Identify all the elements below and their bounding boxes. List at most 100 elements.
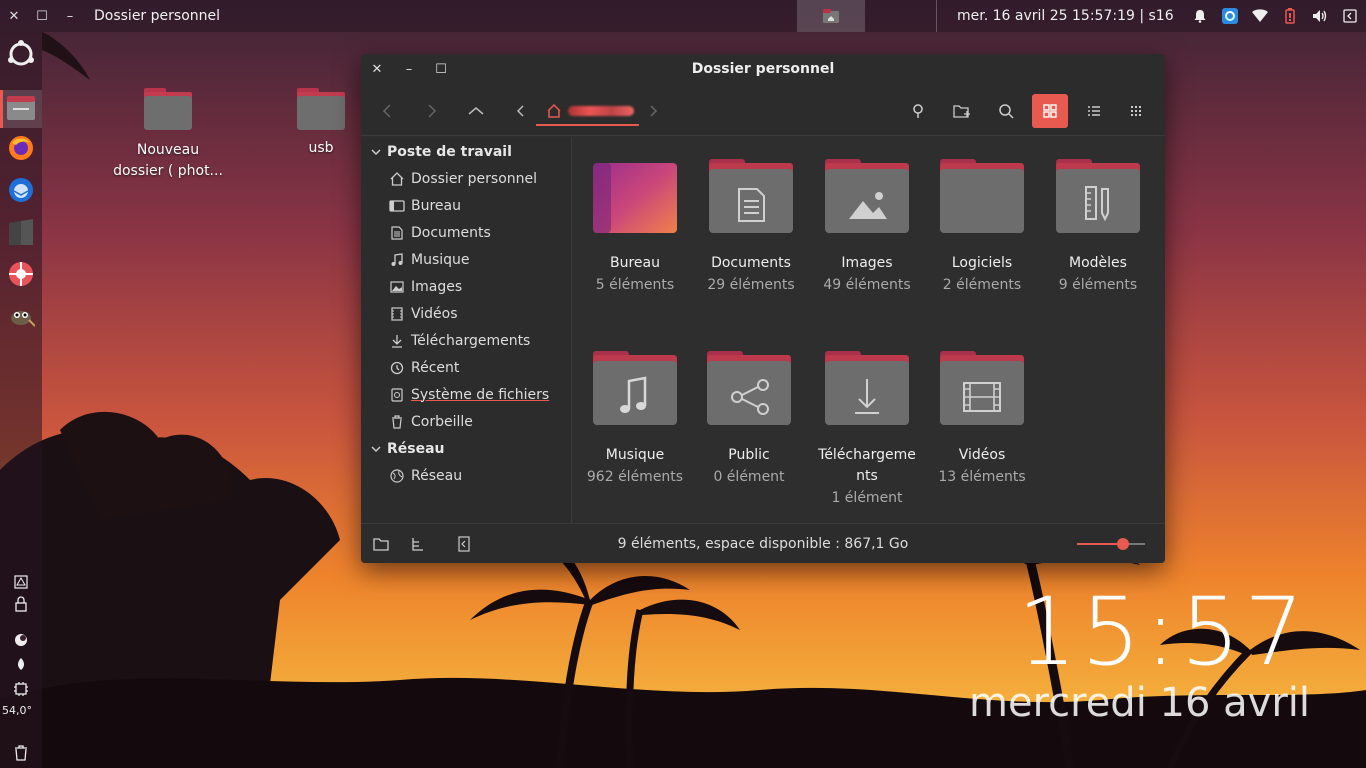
window-minimize-button[interactable]: – [393, 62, 425, 77]
folder-tile-musique[interactable]: Musique 962 éléments [581, 351, 689, 488]
thunderbird-icon[interactable] [5, 174, 37, 206]
grid-view-icon [1043, 104, 1057, 118]
files-app-icon[interactable] [5, 92, 37, 124]
image-icon [389, 279, 405, 295]
breadcrumb-scroll-right-button[interactable] [637, 94, 671, 128]
zoom-slider[interactable] [1077, 538, 1145, 550]
sidebar-section-poste-de-travail[interactable]: Poste de travail [361, 138, 571, 165]
folder-count: 2 éléments [942, 277, 1022, 293]
maximize-window-button[interactable]: ☐ [28, 9, 56, 24]
chevron-down-icon [371, 148, 381, 155]
trash-dock-icon[interactable] [5, 742, 37, 764]
location-button[interactable] [901, 94, 935, 128]
lock-screen-icon[interactable] [5, 594, 37, 614]
sidebar-item-label: Corbeille [411, 413, 473, 430]
ubuntu-menu-icon[interactable] [5, 38, 37, 70]
folder-tile-modeles[interactable]: Modèles 9 éléments [1044, 159, 1152, 296]
applet-icon[interactable] [5, 630, 37, 650]
list-view-button[interactable] [1077, 94, 1111, 128]
office-app-icon[interactable] [5, 216, 37, 248]
folder-icon [144, 88, 192, 130]
folder-name: Images [841, 255, 893, 271]
close-window-button[interactable]: ✕ [0, 9, 28, 24]
folder-tile-documents[interactable]: Documents 29 éléments [697, 159, 805, 296]
icon-view-button[interactable] [1032, 94, 1068, 128]
places-sidebar-button[interactable] [372, 535, 390, 553]
folder-add-icon [953, 105, 970, 118]
firefox-icon[interactable] [5, 132, 37, 164]
map-pin-icon [913, 104, 923, 118]
new-folder-button[interactable] [945, 94, 979, 128]
redacted-username [568, 106, 634, 116]
breadcrumb-scroll-left-button[interactable] [503, 94, 537, 128]
folder-count: 13 éléments [938, 469, 1026, 485]
desktop-folder-usb[interactable]: usb [266, 88, 376, 156]
window-title: Dossier personnel [691, 61, 835, 77]
theme-toggle-icon[interactable] [5, 654, 37, 674]
sidebar-item-corbeille[interactable]: Corbeille [361, 408, 571, 435]
zoom-slider-handle[interactable] [1117, 538, 1129, 550]
sidebar-item-musique[interactable]: Musique [361, 246, 571, 273]
tree-sidebar-button[interactable] [409, 535, 427, 553]
software-center-icon[interactable] [5, 258, 37, 290]
breadcrumb-home[interactable] [536, 98, 639, 126]
sidebar-item-telechargements[interactable]: Téléchargements [361, 327, 571, 354]
cpu-temperature-icon[interactable] [5, 678, 37, 700]
volume-icon[interactable] [1312, 8, 1328, 24]
search-button[interactable] [989, 94, 1023, 128]
folder-tile-videos[interactable]: Vidéos 13 éléments [928, 351, 1036, 488]
parent-folder-button[interactable] [459, 94, 493, 128]
folder-count: 962 éléments [586, 469, 684, 485]
cpu-temperature-label: 54,0° [2, 704, 32, 717]
window-titlebar[interactable]: ✕ – ☐ Dossier personnel [361, 54, 1165, 84]
sidebar-item-bureau[interactable]: Bureau [361, 192, 571, 219]
sidebar-item-documents[interactable]: Documents [361, 219, 571, 246]
taskbar-file-manager-button[interactable] [797, 0, 865, 32]
folder-tile-logiciels[interactable]: Logiciels 2 éléments [928, 159, 1036, 296]
sidebar-item-label: Réseau [411, 467, 463, 484]
show-desktop-icon[interactable] [1342, 8, 1358, 24]
sidebar-section-label: Poste de travail [387, 143, 512, 160]
window-close-button[interactable]: ✕ [361, 62, 393, 77]
desktop-icon-label: Nouveau dossier ( phot... [113, 142, 223, 179]
sidebar-item-reseau[interactable]: Réseau [361, 462, 571, 489]
sidebar-item-label: Vidéos [411, 305, 458, 322]
sync-app-icon[interactable] [1222, 8, 1238, 24]
window-maximize-button[interactable]: ☐ [425, 62, 457, 77]
sidebar-item-videos[interactable]: Vidéos [361, 300, 571, 327]
wifi-icon[interactable] [1252, 8, 1268, 24]
sidebar-item-recent[interactable]: Récent [361, 354, 571, 381]
compact-view-button[interactable] [1120, 94, 1154, 128]
folder-tile-public[interactable]: Public 0 élément [695, 351, 803, 488]
folder-home-icon [823, 9, 839, 23]
folder-name: Logiciels [951, 255, 1013, 271]
forward-button[interactable] [415, 94, 449, 128]
sidebar-item-label: Musique [411, 251, 470, 268]
status-bar: 9 éléments, espace disponible : 867,1 Go [361, 523, 1165, 563]
folder-tile-images[interactable]: Images 49 éléments [813, 159, 921, 296]
back-button[interactable] [370, 94, 404, 128]
toggle-sidebar-button[interactable] [455, 535, 473, 553]
sidebar-item-label: Bureau [411, 197, 461, 214]
desktop-clock-time: 15:57 [1017, 578, 1308, 687]
documents-folder-icon [709, 159, 793, 233]
sidebar-item-systeme-de-fichiers[interactable]: Système de fichiers [361, 381, 571, 408]
recent-icon [389, 360, 405, 376]
desktop-folder-nouveau-dossier[interactable]: Nouveau dossier ( phot... [113, 88, 223, 182]
sidebar-item-images[interactable]: Images [361, 273, 571, 300]
weather-app-icon[interactable] [5, 572, 37, 592]
sidebar-section-reseau[interactable]: Réseau [361, 435, 571, 462]
minimize-window-button[interactable]: – [56, 9, 84, 24]
gimp-icon[interactable] [5, 300, 37, 332]
battery-icon[interactable] [1282, 8, 1298, 24]
chevron-left-icon [516, 105, 524, 117]
folder-tile-telechargements[interactable]: Téléchargeme nts 1 élément [813, 351, 921, 509]
folder-icon [940, 159, 1024, 233]
notification-bell-icon[interactable] [1192, 8, 1208, 24]
folder-tile-bureau[interactable]: Bureau 5 éléments [581, 159, 689, 296]
sidebar-item-dossier-personnel[interactable]: Dossier personnel [361, 165, 571, 192]
compact-view-icon [1131, 106, 1143, 116]
panel-clock[interactable]: mer. 16 avril 25 15:57:19 | s16 [936, 0, 1174, 32]
templates-folder-icon [1056, 159, 1140, 233]
video-icon [389, 306, 405, 322]
